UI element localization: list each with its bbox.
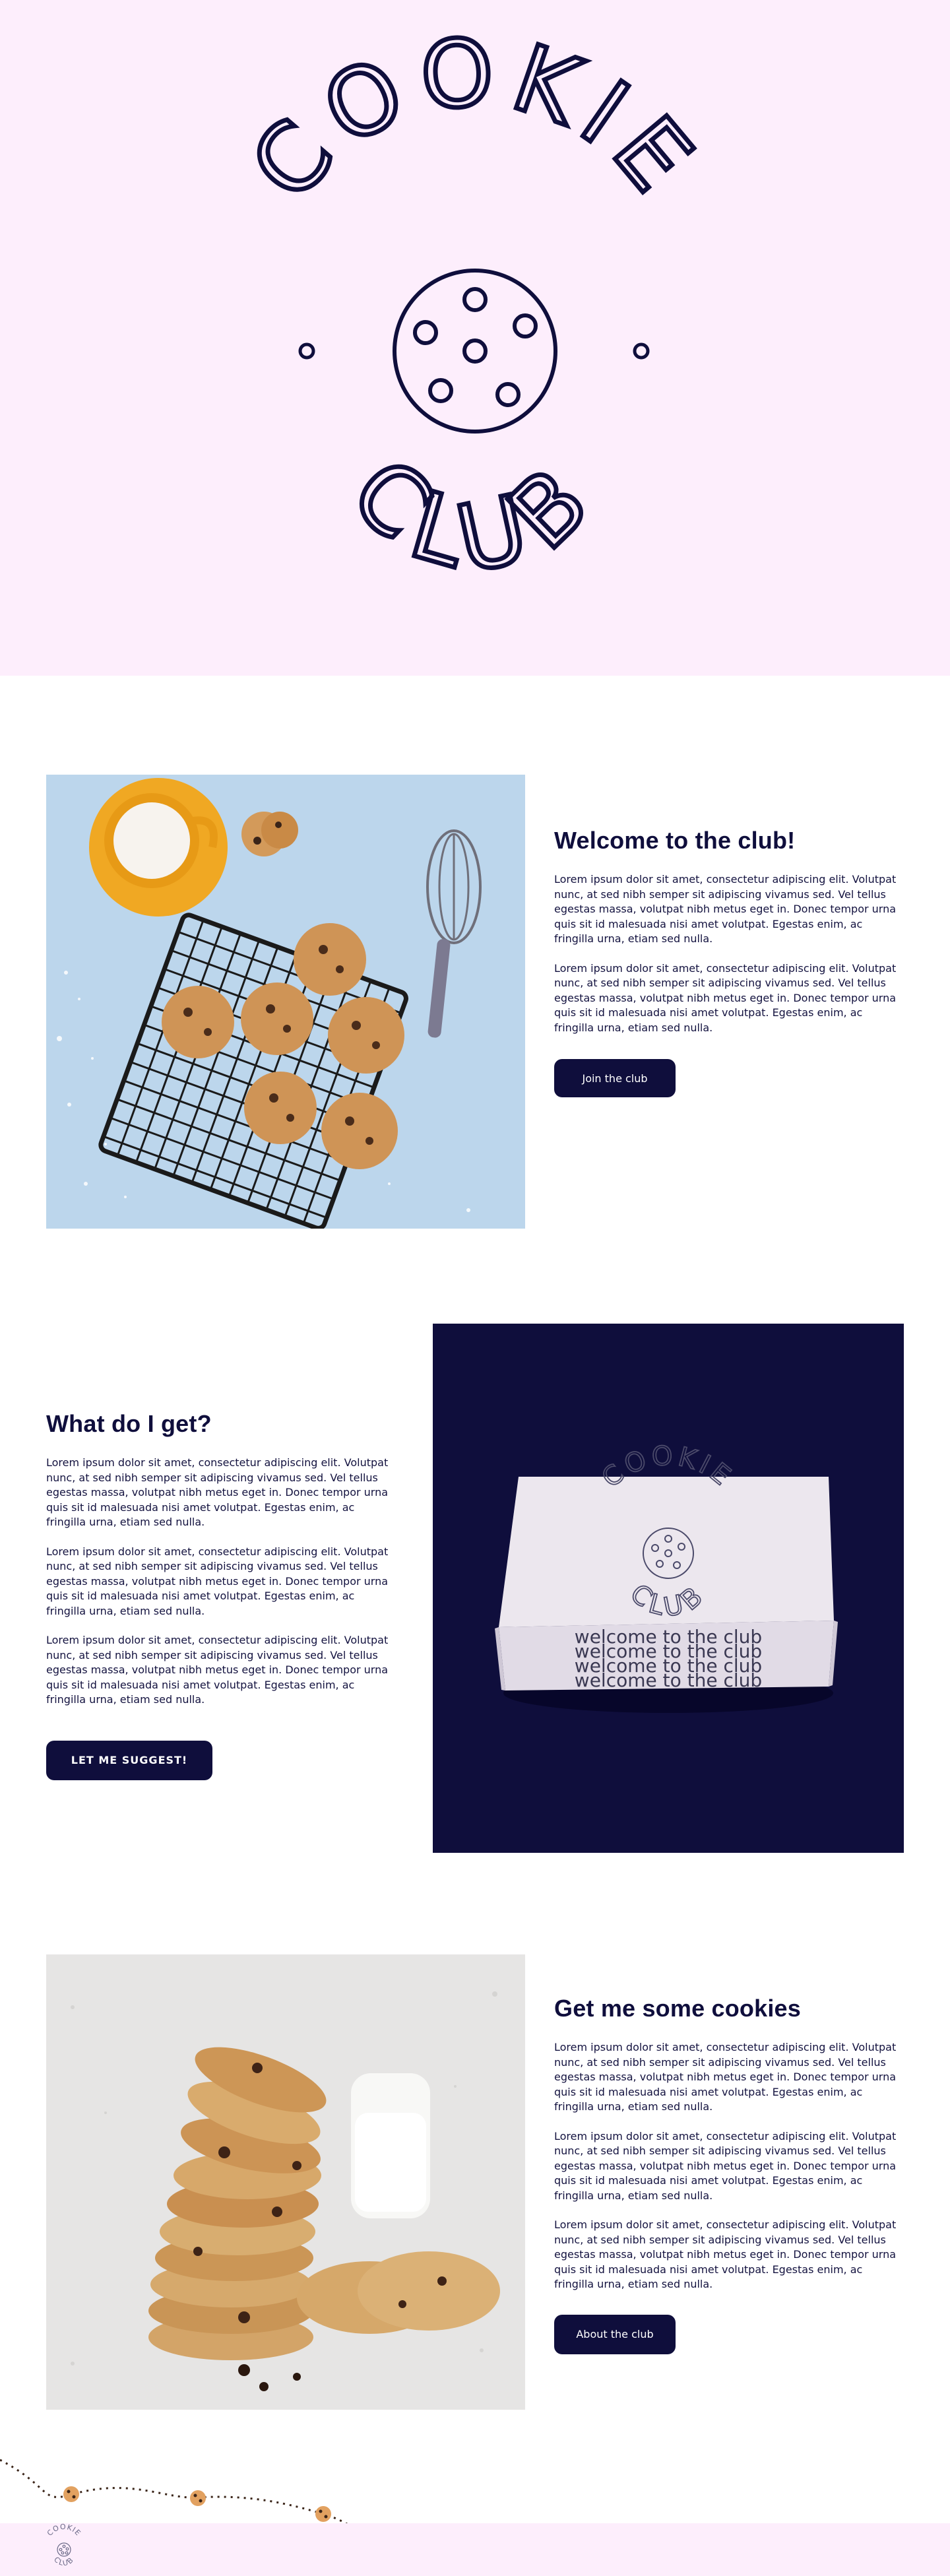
footer-logo-top: COOKIE <box>46 2523 82 2538</box>
logo-bottom-text: CLUB <box>331 438 619 595</box>
welcome-section: Welcome to the club! Lorem ipsum dolor s… <box>554 826 904 1097</box>
cookie-club-logo: COOKIE CLUB <box>228 16 720 597</box>
about-club-button[interactable]: About the club <box>554 2314 676 2354</box>
mini-cookie-icon <box>315 2506 331 2522</box>
box-tagline: welcome to the club <box>575 1669 762 1691</box>
join-club-button[interactable]: Join the club <box>554 1059 676 1097</box>
cookie-box-photo: COOKIE CLUB welcome to the club welcome … <box>433 1324 904 1853</box>
cookie-stack-photo <box>46 1954 525 2410</box>
cookie-icon <box>393 269 557 434</box>
get-cookies-heading: Get me some cookies <box>554 1995 801 2022</box>
footer-logo-bottom: CLUB <box>52 2555 76 2567</box>
get-cookies-section: Get me some cookies Lorem ipsum dolor si… <box>554 1994 904 2354</box>
hero-banner: COOKIE CLUB <box>0 0 950 676</box>
logo-top-text: COOKIE <box>231 18 720 220</box>
footer-logo[interactable]: COOKIE CLUB <box>34 2523 94 2576</box>
dot-icon <box>298 342 315 360</box>
footer-cookie-icon <box>57 2542 71 2557</box>
mini-cookie-icon <box>63 2486 79 2502</box>
benefit-paragraph: Lorem ipsum dolor sit amet, consectetur … <box>46 1545 389 1617</box>
dot-icon <box>633 342 650 360</box>
get-cookies-paragraph: Lorem ipsum dolor sit amet, consectetur … <box>554 2129 897 2202</box>
welcome-paragraph: Lorem ipsum dolor sit amet, consectetur … <box>554 961 897 1034</box>
welcome-heading: Welcome to the club! <box>554 827 796 854</box>
let-me-suggest-button[interactable]: LET ME SUGGEST! <box>46 1740 212 1780</box>
footer: COOKIE CLUB <box>0 2523 950 2576</box>
get-cookies-paragraph: Lorem ipsum dolor sit amet, consectetur … <box>554 2218 897 2290</box>
benefit-paragraph: Lorem ipsum dolor sit amet, consectetur … <box>46 1634 389 1706</box>
what-do-i-get-section: What do I get? Lorem ipsum dolor sit ame… <box>46 1409 396 1780</box>
benefit-paragraph: Lorem ipsum dolor sit amet, consectetur … <box>46 1456 389 1528</box>
cookies-on-rack-photo <box>46 775 525 1229</box>
get-cookies-paragraph: Lorem ipsum dolor sit amet, consectetur … <box>554 2041 897 2113</box>
welcome-paragraph: Lorem ipsum dolor sit amet, consectetur … <box>554 873 897 945</box>
mini-cookie-icon <box>190 2490 206 2506</box>
what-do-i-get-heading: What do I get? <box>46 1410 212 1437</box>
